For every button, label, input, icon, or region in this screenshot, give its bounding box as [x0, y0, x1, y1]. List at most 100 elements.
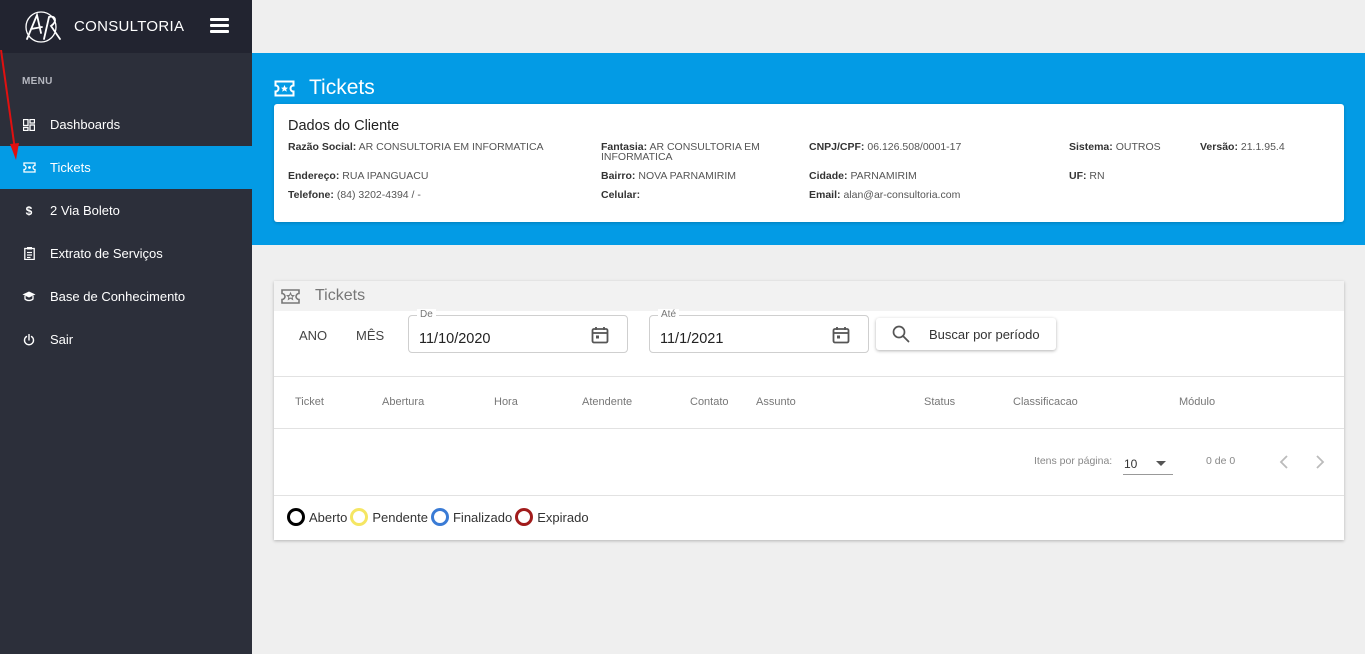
toggle-mes[interactable]: MÊS [356, 328, 384, 343]
column-header-ticket[interactable]: Ticket [295, 396, 324, 408]
power-icon [22, 333, 36, 347]
field-label: Bairro: [601, 170, 636, 182]
sidebar-item-sair[interactable]: Sair [0, 318, 252, 361]
sidebar-item-2-via-boleto[interactable]: $ 2 Via Boleto [0, 189, 252, 232]
field-cnpj: CNPJ/CPF: 06.126.508/0001-17 [809, 141, 962, 153]
date-to-label: Até [658, 309, 680, 320]
page-title: Tickets [309, 76, 375, 99]
tickets-card-header: Tickets [274, 281, 1344, 311]
column-header-contato[interactable]: Contato [690, 396, 729, 408]
field-telefone: Telefone: (84) 3202-4394 / - [288, 189, 421, 201]
page-size-select[interactable]: 10 [1123, 449, 1173, 475]
divider [274, 428, 1344, 429]
sidebar: CONSULTORIA MENU Dashboards Tickets $ 2 … [0, 0, 252, 654]
sidebar-item-dashboards[interactable]: Dashboards [0, 103, 252, 146]
column-header-hora[interactable]: Hora [494, 396, 518, 408]
field-value: 06.126.508/0001-17 [867, 141, 962, 153]
date-from-label: De [417, 309, 436, 320]
field-value: RN [1089, 170, 1105, 182]
date-from-value[interactable]: 11/10/2020 [419, 331, 491, 347]
menu-header: MENU [22, 76, 53, 87]
sidebar-item-tickets[interactable]: Tickets [0, 146, 252, 189]
field-sistema: Sistema: OUTROS [1069, 141, 1161, 153]
field-versao: Versão: 21.1.95.4 [1200, 141, 1285, 153]
ticket-icon [274, 80, 295, 96]
field-value: AR CONSULTORIA EM INFORMATICA [358, 141, 544, 153]
chevron-down-icon [1156, 461, 1166, 466]
field-value: PARNAMIRIM [850, 170, 917, 182]
column-header-atendente[interactable]: Atendente [582, 396, 632, 408]
divider [274, 376, 1344, 377]
chevron-left-icon[interactable] [1276, 453, 1292, 471]
toggle-ano[interactable]: ANO [299, 328, 327, 343]
field-celular: Celular: [601, 189, 641, 201]
legend-label: Expirado [537, 509, 589, 525]
field-label: Endereço: [288, 170, 340, 182]
column-header-classificacao[interactable]: Classificacao [1013, 396, 1078, 408]
ar-logo [25, 10, 61, 43]
legend-item-expirado: Expirado [515, 508, 589, 526]
sidebar-item-base-de-conhecimento[interactable]: Base de Conhecimento [0, 275, 252, 318]
sidebar-item-extrato-de-servicos[interactable]: Extrato de Serviços [0, 232, 252, 275]
ticket-icon [22, 161, 36, 175]
date-from-field[interactable]: De 11/10/2020 [408, 309, 628, 353]
field-value: RUA IPANGUACU [342, 170, 429, 182]
column-header-abertura[interactable]: Abertura [382, 396, 424, 408]
search-period-button[interactable]: Buscar por período [876, 318, 1056, 350]
field-value: (84) 3202-4394 / - [336, 189, 421, 201]
legend-item-aberto: Aberto [287, 508, 347, 526]
calendar-icon[interactable] [591, 326, 609, 344]
field-uf: UF: RN [1069, 170, 1105, 182]
field-label: Email: [809, 189, 841, 201]
field-label: UF: [1069, 170, 1087, 182]
page-range-label: 0 de 0 [1206, 455, 1236, 467]
field-razao-social: Razão Social: AR CONSULTORIA EM INFORMAT… [288, 141, 544, 153]
calendar-icon[interactable] [832, 326, 850, 344]
column-header-assunto[interactable]: Assunto [756, 396, 796, 408]
brand-bar: CONSULTORIA [0, 0, 252, 53]
field-label: Razão Social: [288, 141, 357, 153]
search-icon [892, 325, 910, 343]
client-data-card: Dados do Cliente Razão Social: AR CONSUL… [274, 104, 1344, 222]
field-value: 21.1.95.4 [1240, 141, 1285, 153]
status-dot-icon [515, 508, 534, 526]
sidebar-item-label: Extrato de Serviços [50, 246, 163, 261]
legend-label: Finalizado [452, 509, 513, 525]
field-bairro: Bairro: NOVA PARNAMIRIM [601, 170, 736, 182]
column-header-modulo[interactable]: Módulo [1179, 396, 1215, 408]
date-to-field[interactable]: Até 11/1/2021 [649, 309, 869, 353]
field-fantasia: Fantasia: AR CONSULTORIA EM INFORMATICA [601, 142, 760, 163]
field-label: Celular: [601, 189, 641, 201]
status-dot-icon [287, 508, 305, 526]
field-cidade: Cidade: PARNAMIRIM [809, 170, 917, 182]
page-size-value: 10 [1124, 457, 1138, 471]
clipboard-icon [22, 247, 36, 261]
field-value: NOVA PARNAMIRIM [638, 170, 736, 182]
search-button-label: Buscar por período [929, 326, 1040, 342]
hamburger-menu-icon[interactable] [210, 18, 229, 33]
sidebar-item-label: Base de Conhecimento [50, 289, 186, 304]
field-value: alan@ar-consultoria.com [843, 189, 961, 201]
legend-item-finalizado: Finalizado [430, 508, 513, 526]
field-value: OUTROS [1115, 141, 1161, 153]
field-label: Versão: [1200, 141, 1238, 153]
column-header-status[interactable]: Status [924, 396, 955, 408]
legend-label: Pendente [372, 509, 428, 525]
dashboard-icon [22, 118, 36, 132]
field-label: CNPJ/CPF: [809, 141, 865, 153]
tickets-card: Tickets ANO MÊS De 11/10/2020 Até 11/1/2… [274, 281, 1344, 540]
legend-label: Aberto [309, 509, 348, 525]
field-label: Cidade: [809, 170, 848, 182]
chevron-right-icon[interactable] [1312, 453, 1328, 471]
status-legend: Aberto Pendente Finalizado Expirado [287, 508, 592, 526]
field-label: Telefone: [288, 189, 334, 201]
sidebar-item-label: 2 Via Boleto [50, 203, 120, 218]
date-to-value[interactable]: 11/1/2021 [660, 331, 723, 347]
ticket-icon [281, 288, 300, 304]
page-title-row: Tickets [274, 76, 375, 100]
brand-name: CONSULTORIA [74, 18, 185, 35]
status-dot-icon [430, 508, 449, 526]
client-card-title: Dados do Cliente [288, 118, 400, 134]
field-value: INFORMATICA [601, 151, 673, 163]
items-per-page-label: Itens por página: [1034, 455, 1113, 467]
